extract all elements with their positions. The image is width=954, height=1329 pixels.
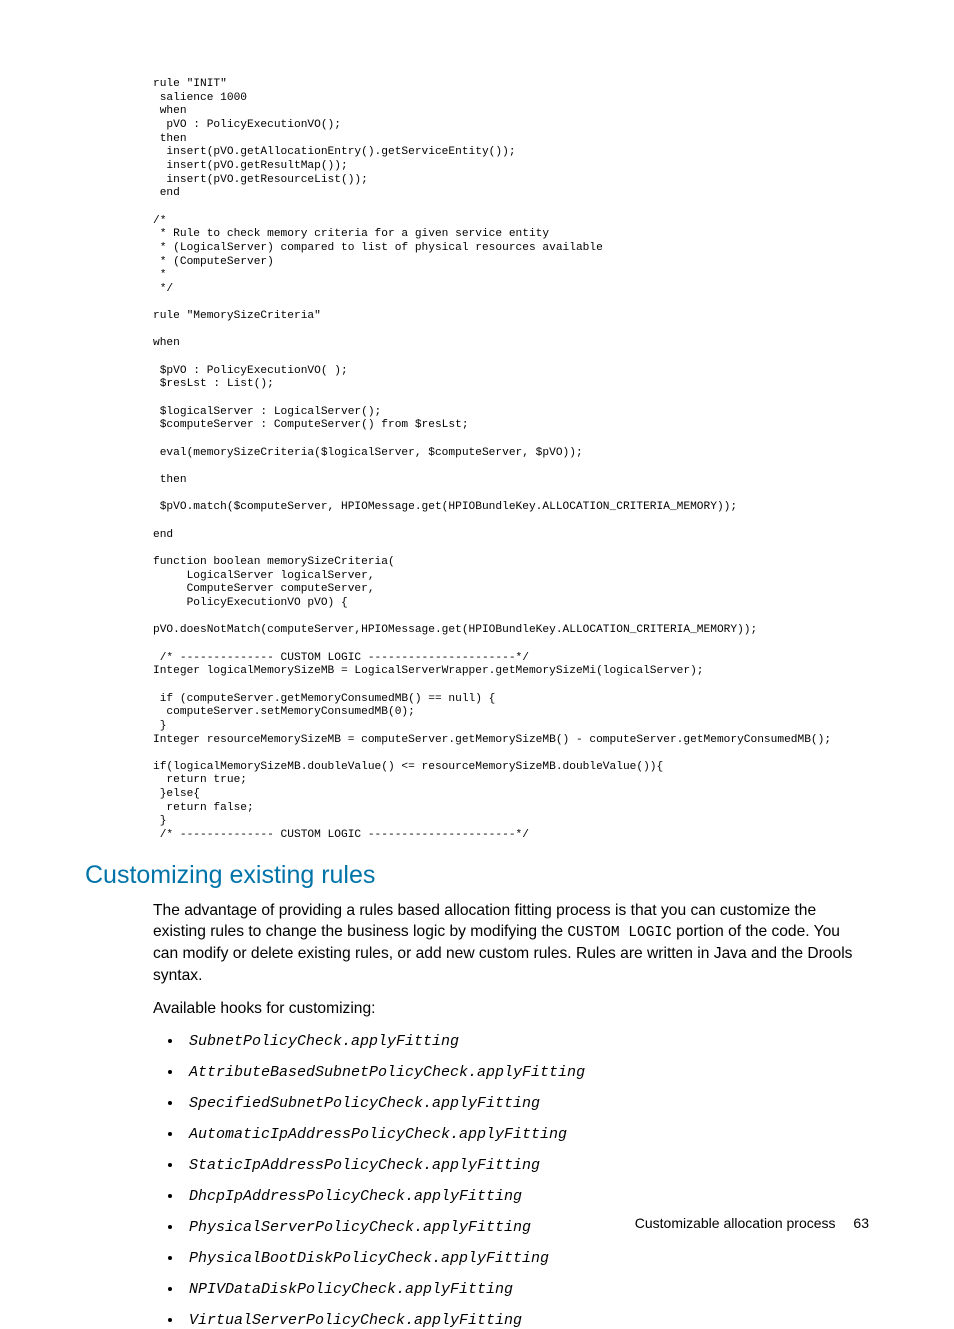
page-number: 63 <box>853 1215 869 1231</box>
paragraph-1: The advantage of providing a rules based… <box>153 900 869 987</box>
hook-item: AutomaticIpAddressPolicyCheck.applyFitti… <box>183 1125 869 1143</box>
hook-item: AttributeBasedSubnetPolicyCheck.applyFit… <box>183 1063 869 1081</box>
hook-item: NPIVDataDiskPolicyCheck.applyFitting <box>183 1280 869 1298</box>
page: rule "INIT" salience 1000 when pVO : Pol… <box>0 0 954 1271</box>
paragraph-2: Available hooks for customizing: <box>153 998 869 1020</box>
hooks-list: SubnetPolicyCheck.applyFitting Attribute… <box>153 1032 869 1329</box>
section-heading: Customizing existing rules <box>85 861 869 890</box>
hook-item: VirtualServerPolicyCheck.applyFitting <box>183 1311 869 1329</box>
hook-item: StaticIpAddressPolicyCheck.applyFitting <box>183 1156 869 1174</box>
footer-section-title: Customizable allocation process <box>635 1215 836 1231</box>
hook-item: DhcpIpAddressPolicyCheck.applyFitting <box>183 1187 869 1205</box>
page-footer: Customizable allocation process 63 <box>635 1215 869 1231</box>
hook-item: SpecifiedSubnetPolicyCheck.applyFitting <box>183 1094 869 1112</box>
hook-item: PhysicalBootDiskPolicyCheck.applyFitting <box>183 1249 869 1267</box>
para1-code: CUSTOM LOGIC <box>567 925 671 941</box>
code-block: rule "INIT" salience 1000 when pVO : Pol… <box>153 78 869 843</box>
hook-item: SubnetPolicyCheck.applyFitting <box>183 1032 869 1050</box>
